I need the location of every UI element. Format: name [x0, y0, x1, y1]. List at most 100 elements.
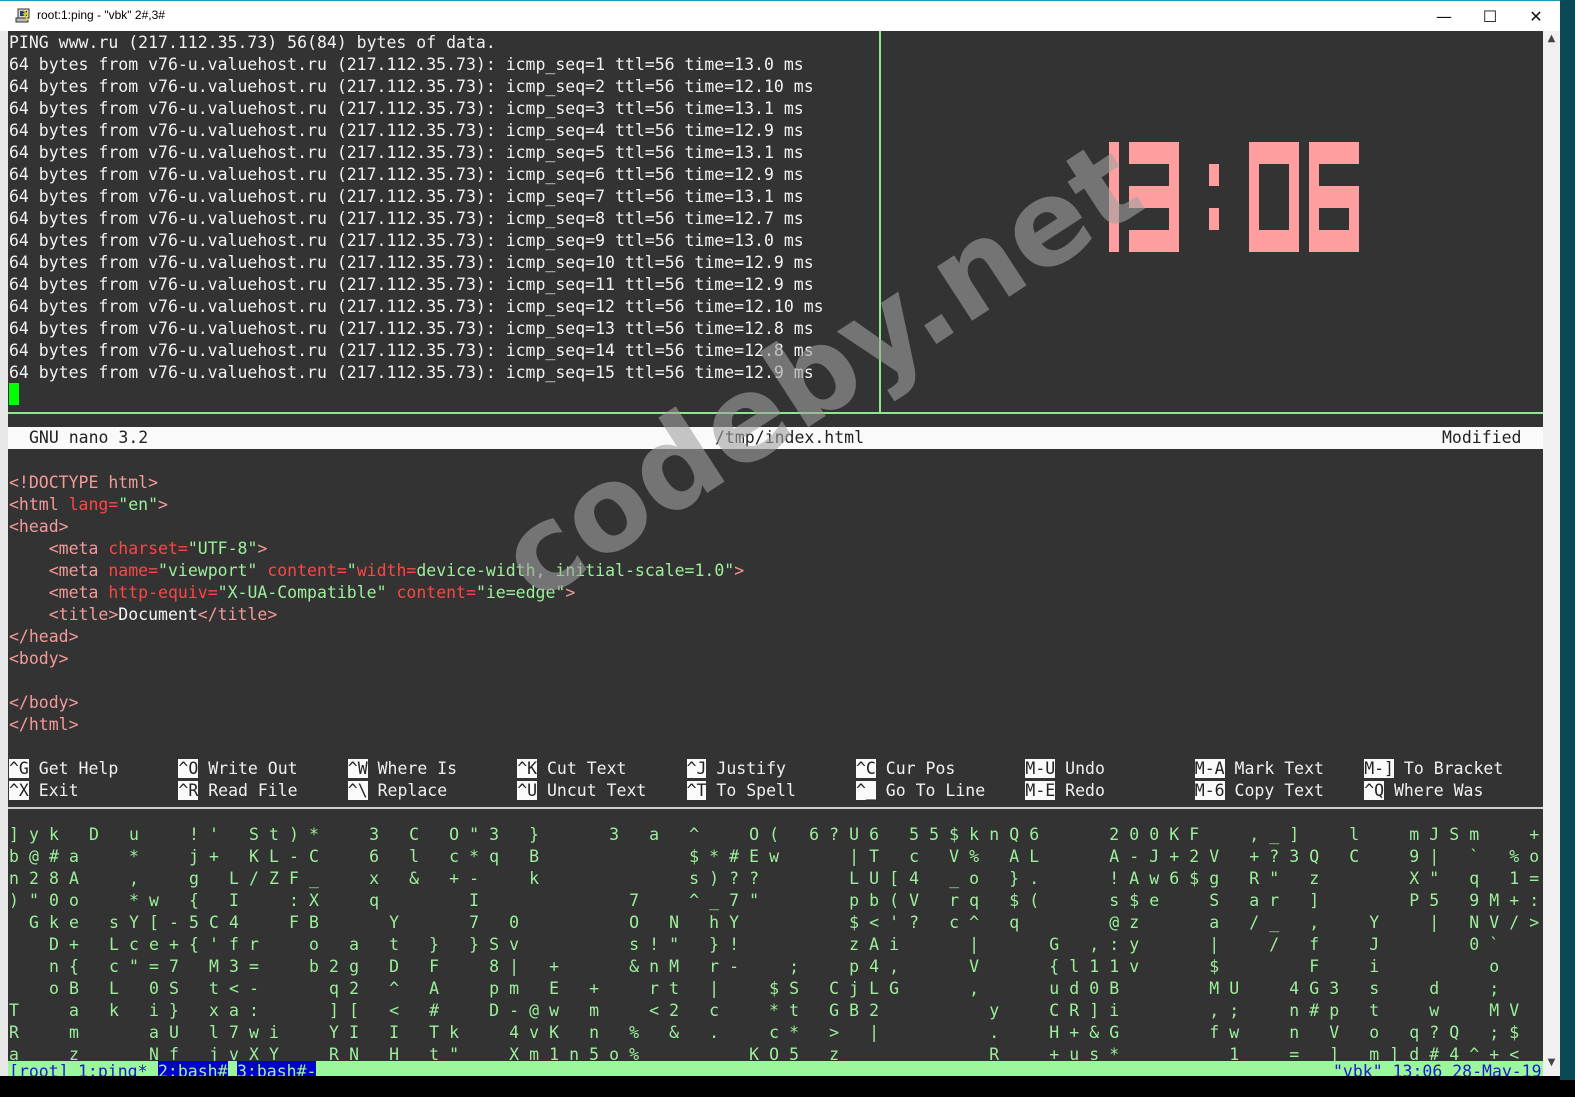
tmux-window-1[interactable]: 1:ping* — [78, 1061, 148, 1076]
code-str: "X-UA-Compatible" — [217, 583, 397, 602]
shortcut-key: M-6 — [1194, 781, 1225, 800]
shortcut-label: To Bracket — [1394, 759, 1504, 778]
tmux-status-bar: [root] 1:ping* 2:bash# 3:bash#- "vbk" 13… — [8, 1061, 1543, 1076]
shortcut-mark-text[interactable]: M-A Mark Text — [1194, 758, 1324, 780]
desktop-background — [1560, 0, 1575, 1080]
window-left-edge — [0, 31, 8, 1076]
code-line: </head> — [9, 626, 79, 648]
shortcut-key: M-E — [1025, 781, 1056, 800]
shortcut-uncut-text[interactable]: ^U Uncut Text — [517, 780, 646, 802]
shortcut-write-out[interactable]: ^O Write Out — [178, 758, 298, 780]
tmux-status-right: "vbk" 13:06 28-May-19 — [1333, 1062, 1542, 1076]
close-button[interactable]: ✕ — [1513, 1, 1559, 31]
shortcut-where-was[interactable]: ^Q Where Was — [1364, 780, 1483, 802]
shortcut-read-file[interactable]: ^R Read File — [178, 780, 298, 802]
code-line: <body> — [9, 648, 69, 670]
shortcut-go-to-line[interactable]: ^_ Go To Line — [856, 780, 985, 802]
code-tag: </head> — [9, 627, 79, 646]
matrix-row: oB L 0S t<- q2 ^ A pm E + rt | $S CjLG ,… — [9, 979, 1510, 998]
shortcut-key: ^U — [517, 781, 538, 800]
code-tag: <meta — [48, 561, 109, 580]
code-str: " — [346, 561, 357, 580]
shortcut-get-help[interactable]: ^G Get Help — [9, 758, 118, 780]
shortcut-justify[interactable]: ^J Justify — [686, 758, 786, 780]
shortcut-key: M-U — [1025, 759, 1056, 778]
shortcut-cut-text[interactable]: ^K Cut Text — [517, 758, 626, 780]
shortcut-to-spell[interactable]: ^T To Spell — [686, 780, 796, 802]
code-tag: > — [565, 583, 576, 602]
clock-digit — [1249, 142, 1299, 252]
shortcut-label: Read File — [198, 781, 298, 800]
pane-border-horizontal-2[interactable] — [8, 807, 1543, 809]
shortcut-where-is[interactable]: ^W Where Is — [347, 758, 457, 780]
shortcut-key: ^Q — [1364, 781, 1385, 800]
nano-version: GNU nano 3.2 — [29, 428, 149, 447]
code-tag: > — [257, 539, 268, 558]
shortcut-cur-pos[interactable]: ^C Cur Pos — [856, 758, 955, 780]
shortcut-label: Cut Text — [537, 759, 627, 778]
shortcut-label: Exit — [28, 781, 79, 800]
matrix-row: T a k i} xa: ][ < # D-@w m <2 c *t GB2 y… — [9, 1001, 1530, 1020]
code-tag: <meta — [48, 539, 109, 558]
scroll-up-icon[interactable]: ▲ — [1543, 33, 1560, 50]
shortcut-exit[interactable]: ^X Exit — [9, 780, 79, 802]
putty-app-icon — [15, 8, 30, 23]
shortcut-key: ^K — [517, 759, 538, 778]
close-icon: ✕ — [1529, 6, 1543, 26]
window-titlebar[interactable]: root:1:ping - "vbk" 2#,3# — ☐ ✕ — [0, 0, 1560, 31]
code-tag: <title> — [48, 605, 119, 624]
maximize-icon: ☐ — [1482, 6, 1498, 26]
clock-digit — [1129, 142, 1179, 252]
shortcut-label: Cur Pos — [875, 759, 956, 778]
shortcut-label: Uncut Text — [537, 781, 647, 800]
terminal[interactable]: PING www.ru (217.112.35.73) 56(84) bytes… — [8, 31, 1543, 1076]
minimize-button[interactable]: — — [1421, 1, 1467, 31]
shortcut-label: Get Help — [28, 759, 119, 778]
shortcut-key: M-] — [1364, 759, 1394, 778]
matrix-row: b@#a * j+ KL-C 6 l c*q B $*#Ew |T c V% A… — [9, 847, 1543, 866]
shortcut-replace[interactable]: ^\ Replace — [347, 780, 448, 802]
shortcut-key: ^J — [686, 759, 707, 778]
code-line: <meta name="viewport" content="width=dev… — [9, 560, 744, 582]
window-title: root:1:ping - "vbk" 2#,3# — [37, 8, 165, 22]
shortcut-key: ^\ — [347, 781, 368, 800]
code-tag: <!DOCTYPE html> — [9, 473, 159, 492]
shortcut-undo[interactable]: M-U Undo — [1025, 758, 1105, 780]
code-str: "ie=edge" — [475, 583, 566, 602]
code-attr: http-equiv= — [108, 583, 218, 602]
matrix-row: )"0o *w { I :X q I 7 ^_7" pb(V rq $( s$e… — [9, 891, 1543, 910]
code-tag: </title> — [197, 605, 278, 624]
shortcut-label: Mark Text — [1224, 759, 1324, 778]
code-text: Document — [118, 605, 198, 624]
code-tag: </body> — [9, 693, 79, 712]
nano-titlebar: GNU nano 3.2 /tmp/index.html Modified — [8, 427, 1543, 449]
code-attr: name= — [108, 561, 159, 580]
code-tag: > — [734, 561, 745, 580]
code-attr: lang= — [68, 495, 119, 514]
scroll-down-icon[interactable]: ▼ — [1543, 1057, 1560, 1074]
tmux-window-2[interactable]: 2:bash# — [158, 1061, 228, 1076]
code-str: "viewport" — [158, 561, 268, 580]
tmux-window-3[interactable]: 3:bash#- — [237, 1061, 317, 1076]
code-line: <meta charset="UTF-8"> — [9, 538, 268, 560]
shortcut-to-bracket[interactable]: M-] To Bracket — [1364, 758, 1503, 780]
clock-colon — [1209, 164, 1219, 230]
shortcut-key: ^X — [9, 781, 29, 800]
scrollbar[interactable]: ▲ ▼ — [1543, 31, 1560, 1076]
matrix-row: n28A , g L/ZF_ x & +- k s)?? LU[4 _o }. … — [9, 869, 1543, 888]
code-line: <meta http-equiv="X-UA-Compatible" conte… — [9, 582, 576, 604]
shortcut-key: ^W — [347, 759, 368, 778]
shortcut-label: Replace — [367, 781, 448, 800]
shortcut-copy-text[interactable]: M-6 Copy Text — [1194, 780, 1324, 802]
code-attr: width= — [356, 561, 417, 580]
shortcut-redo[interactable]: M-E Redo — [1025, 780, 1105, 802]
shortcut-label: To Spell — [706, 781, 796, 800]
code-line: <html lang="en"> — [9, 494, 168, 516]
maximize-button[interactable]: ☐ — [1467, 1, 1513, 31]
shortcut-label: Justify — [706, 759, 786, 778]
code-tag: <meta — [48, 583, 109, 602]
